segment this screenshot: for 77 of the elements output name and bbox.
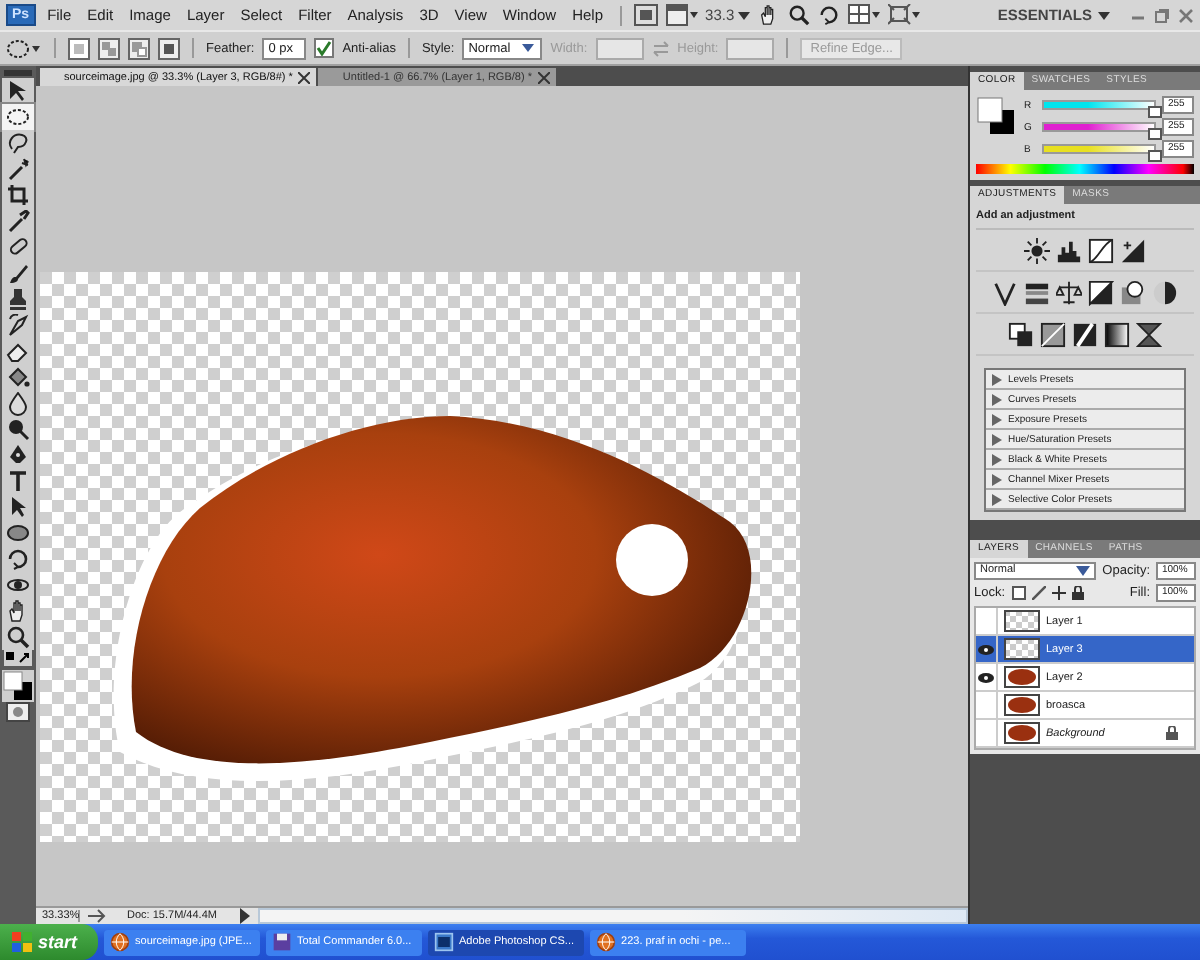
eye-icon[interactable]	[978, 671, 994, 683]
app-window-icon	[433, 932, 454, 952]
color-swap-icon[interactable]	[4, 650, 32, 666]
caret-icon	[738, 11, 751, 19]
dodge-icon[interactable]	[2, 416, 34, 442]
ellipse-marquee-icon[interactable]	[2, 104, 34, 130]
eraser-icon[interactable]	[2, 338, 34, 364]
transparent-thumbnail	[1004, 610, 1040, 632]
globe-icon	[109, 932, 130, 952]
crop-icon[interactable]	[2, 182, 34, 208]
half-square-icon[interactable]	[1088, 280, 1114, 306]
stamp-icon[interactable]	[2, 286, 34, 312]
circle-pie-icon[interactable]	[1152, 280, 1178, 306]
play-icon[interactable]	[238, 908, 252, 924]
width-field[interactable]	[595, 37, 644, 59]
color-swatches-icon[interactable]	[976, 96, 1016, 136]
histogram-icon[interactable]	[1056, 238, 1082, 264]
new-selection-icon[interactable]	[68, 37, 90, 59]
lasso-icon[interactable]	[2, 130, 34, 156]
anti-alias-checkbox[interactable]	[314, 38, 335, 58]
status-menu-icon[interactable]	[86, 908, 106, 924]
subtract-selection-icon[interactable]	[128, 37, 150, 59]
ellipse-marquee-icon[interactable]	[6, 37, 42, 59]
arrange-icon[interactable]	[848, 4, 881, 26]
bars-icon[interactable]	[1024, 280, 1050, 306]
stone-thumbnail	[1004, 722, 1040, 744]
close-icon[interactable]	[537, 71, 550, 83]
restore-icon[interactable]	[1154, 7, 1170, 23]
zoom-icon[interactable]	[788, 4, 811, 26]
slider-thumb[interactable]	[1148, 106, 1162, 118]
sun-icon[interactable]	[1024, 238, 1050, 264]
close-icon[interactable]	[298, 71, 311, 83]
slash-square-icon[interactable]	[1072, 322, 1098, 348]
slider-thumb[interactable]	[1148, 128, 1162, 140]
add-selection-icon[interactable]	[98, 37, 120, 59]
slider-thumb[interactable]	[1148, 150, 1162, 162]
horizontal-scrollbar[interactable]	[258, 908, 968, 924]
quick-mask-icon[interactable]	[6, 702, 30, 722]
stone-thumbnail	[1004, 666, 1040, 688]
transparent-thumbnail	[1004, 638, 1040, 660]
caret-icon	[1098, 11, 1110, 19]
zoom-icon[interactable]	[2, 624, 34, 650]
curve-icon[interactable]	[1088, 238, 1114, 264]
pen-icon[interactable]	[2, 442, 34, 468]
v-icon[interactable]	[992, 280, 1018, 306]
hourglass-icon[interactable]	[1136, 322, 1162, 348]
globe-icon	[595, 932, 616, 952]
lock-transparency-icon[interactable]	[1011, 586, 1026, 600]
caret-icon	[1076, 566, 1091, 576]
paint-bucket-icon[interactable]	[2, 364, 34, 390]
color-swatches-icon[interactable]	[2, 670, 34, 702]
screen-icon[interactable]	[888, 4, 921, 26]
intersect-selection-icon[interactable]	[158, 37, 180, 59]
rotate-icon[interactable]	[818, 4, 841, 26]
magic-wand-icon[interactable]	[2, 156, 34, 182]
history-brush-icon[interactable]	[2, 312, 34, 338]
color-spectrum[interactable]	[970, 162, 1200, 180]
bandage-icon[interactable]	[2, 234, 34, 260]
brush-icon[interactable]	[1031, 586, 1046, 600]
windows-logo-icon	[12, 932, 32, 952]
magnifier-square-icon[interactable]	[1120, 280, 1146, 306]
caret-icon	[520, 42, 537, 54]
eye-icon[interactable]	[978, 643, 994, 655]
hatched-square-icon[interactable]	[1040, 322, 1066, 348]
swatch-icon[interactable]	[1008, 322, 1034, 348]
gradient-square-icon[interactable]	[1104, 322, 1130, 348]
drop-icon[interactable]	[2, 390, 34, 416]
height-field[interactable]	[726, 37, 775, 59]
scales-icon[interactable]	[1056, 280, 1082, 306]
move-cross-icon[interactable]	[1051, 586, 1066, 600]
plus-minus-icon[interactable]	[1120, 238, 1146, 264]
floppy-icon	[271, 932, 292, 952]
screen-mode-icon[interactable]	[665, 4, 698, 26]
type-icon[interactable]	[2, 468, 34, 494]
stone-thumbnail	[1004, 694, 1040, 716]
eyedropper-icon[interactable]	[2, 208, 34, 234]
lock-icon[interactable]	[1071, 586, 1084, 600]
